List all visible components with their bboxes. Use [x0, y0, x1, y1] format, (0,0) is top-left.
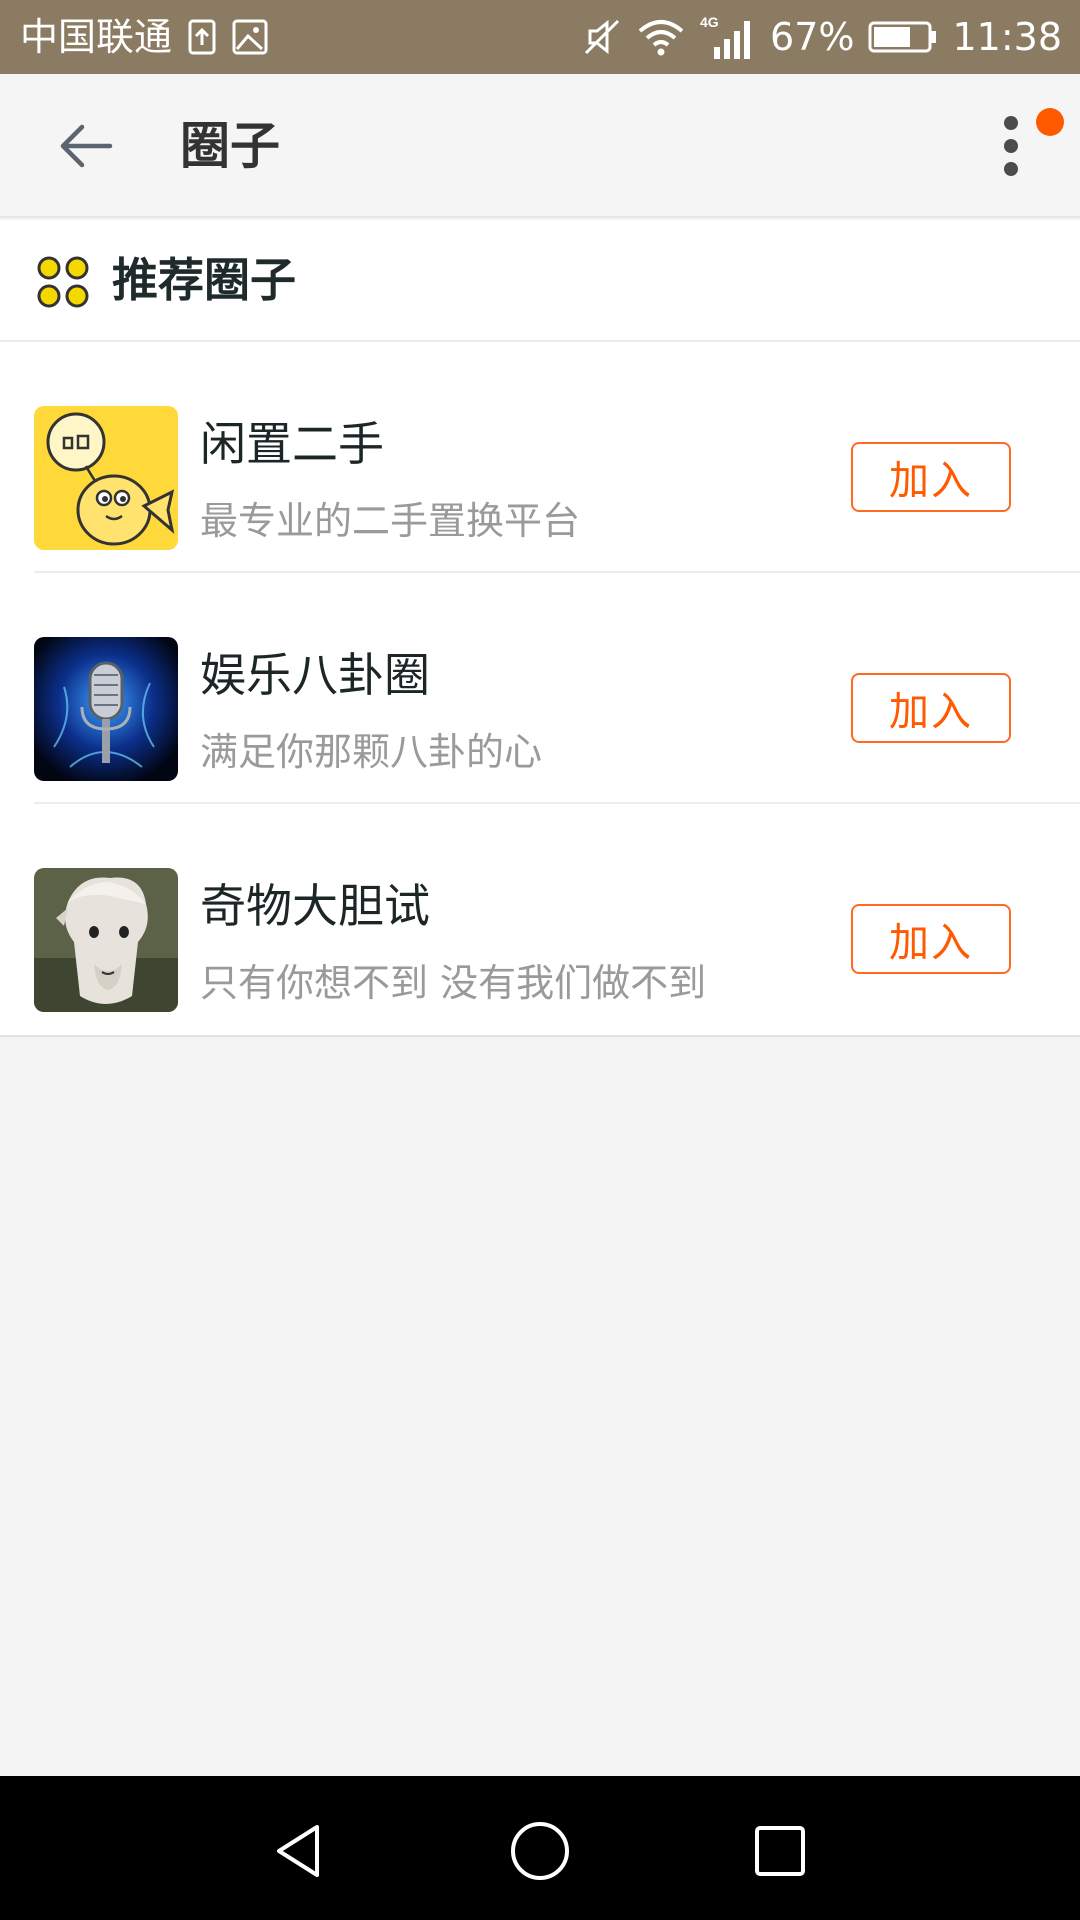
circle-name: 娱乐八卦圈	[200, 648, 430, 702]
network-type: 4G	[700, 14, 719, 30]
fish-balloon-logo	[34, 406, 178, 550]
nav-back-icon	[277, 1825, 319, 1877]
circle-name: 奇物大胆试	[200, 879, 430, 933]
nav-recents-button[interactable]	[735, 1806, 825, 1896]
mute-icon	[582, 17, 622, 57]
status-right: 4G 67% 11:38	[582, 0, 1062, 74]
battery-percent: 67%	[770, 15, 855, 59]
circle-name: 闲置二手	[200, 417, 384, 471]
back-button[interactable]	[46, 110, 126, 182]
nav-home-icon	[511, 1822, 569, 1880]
circle-list: 闲置二手 最专业的二手置换平台 加入 娱乐八卦圈 满足你那颗八卦的心 加入 奇物…	[0, 342, 1080, 1037]
list-item[interactable]: 娱乐八卦圈 满足你那颗八卦的心 加入	[0, 573, 1080, 804]
nav-recents-icon	[755, 1826, 805, 1876]
back-arrow-icon	[60, 124, 113, 168]
more-vertical-icon	[1004, 116, 1020, 185]
nav-back-button[interactable]	[254, 1806, 344, 1896]
page-title: 圈子	[180, 117, 280, 175]
status-left: 中国联通	[20, 0, 268, 74]
image-notification-icon	[232, 19, 268, 55]
circle-description: 最专业的二手置换平台	[200, 499, 581, 543]
join-button[interactable]: 加入	[851, 904, 1011, 974]
list-item[interactable]: 奇物大胆试 只有你想不到 没有我们做不到 加入	[0, 804, 1080, 1035]
carrier-name: 中国联通	[20, 15, 173, 59]
join-button[interactable]: 加入	[851, 442, 1011, 512]
signal-icon: 4G	[700, 13, 756, 61]
circle-description: 满足你那颗八卦的心	[200, 730, 543, 774]
status-bar: 中国联通 4G 67% 11:38	[0, 0, 1080, 74]
list-item[interactable]: 闲置二手 最专业的二手置换平台 加入	[0, 342, 1080, 573]
alpaca-image	[34, 868, 178, 1012]
microphone-image	[34, 637, 178, 781]
app-bar: 圈子	[0, 74, 1080, 218]
clock: 11:38	[952, 15, 1062, 59]
join-button[interactable]: 加入	[851, 673, 1011, 743]
navigation-bar	[0, 1776, 1080, 1920]
section-title: 推荐圈子	[112, 253, 296, 307]
nav-home-button[interactable]	[495, 1806, 585, 1896]
circle-description: 只有你想不到 没有我们做不到	[200, 961, 707, 1005]
more-button[interactable]	[970, 104, 1064, 188]
four-circles-icon	[36, 255, 90, 309]
upload-notification-icon	[188, 19, 216, 55]
wifi-icon	[636, 17, 686, 57]
section-header: 推荐圈子	[0, 220, 1080, 342]
notification-dot	[1036, 108, 1064, 136]
battery-icon	[868, 20, 938, 54]
